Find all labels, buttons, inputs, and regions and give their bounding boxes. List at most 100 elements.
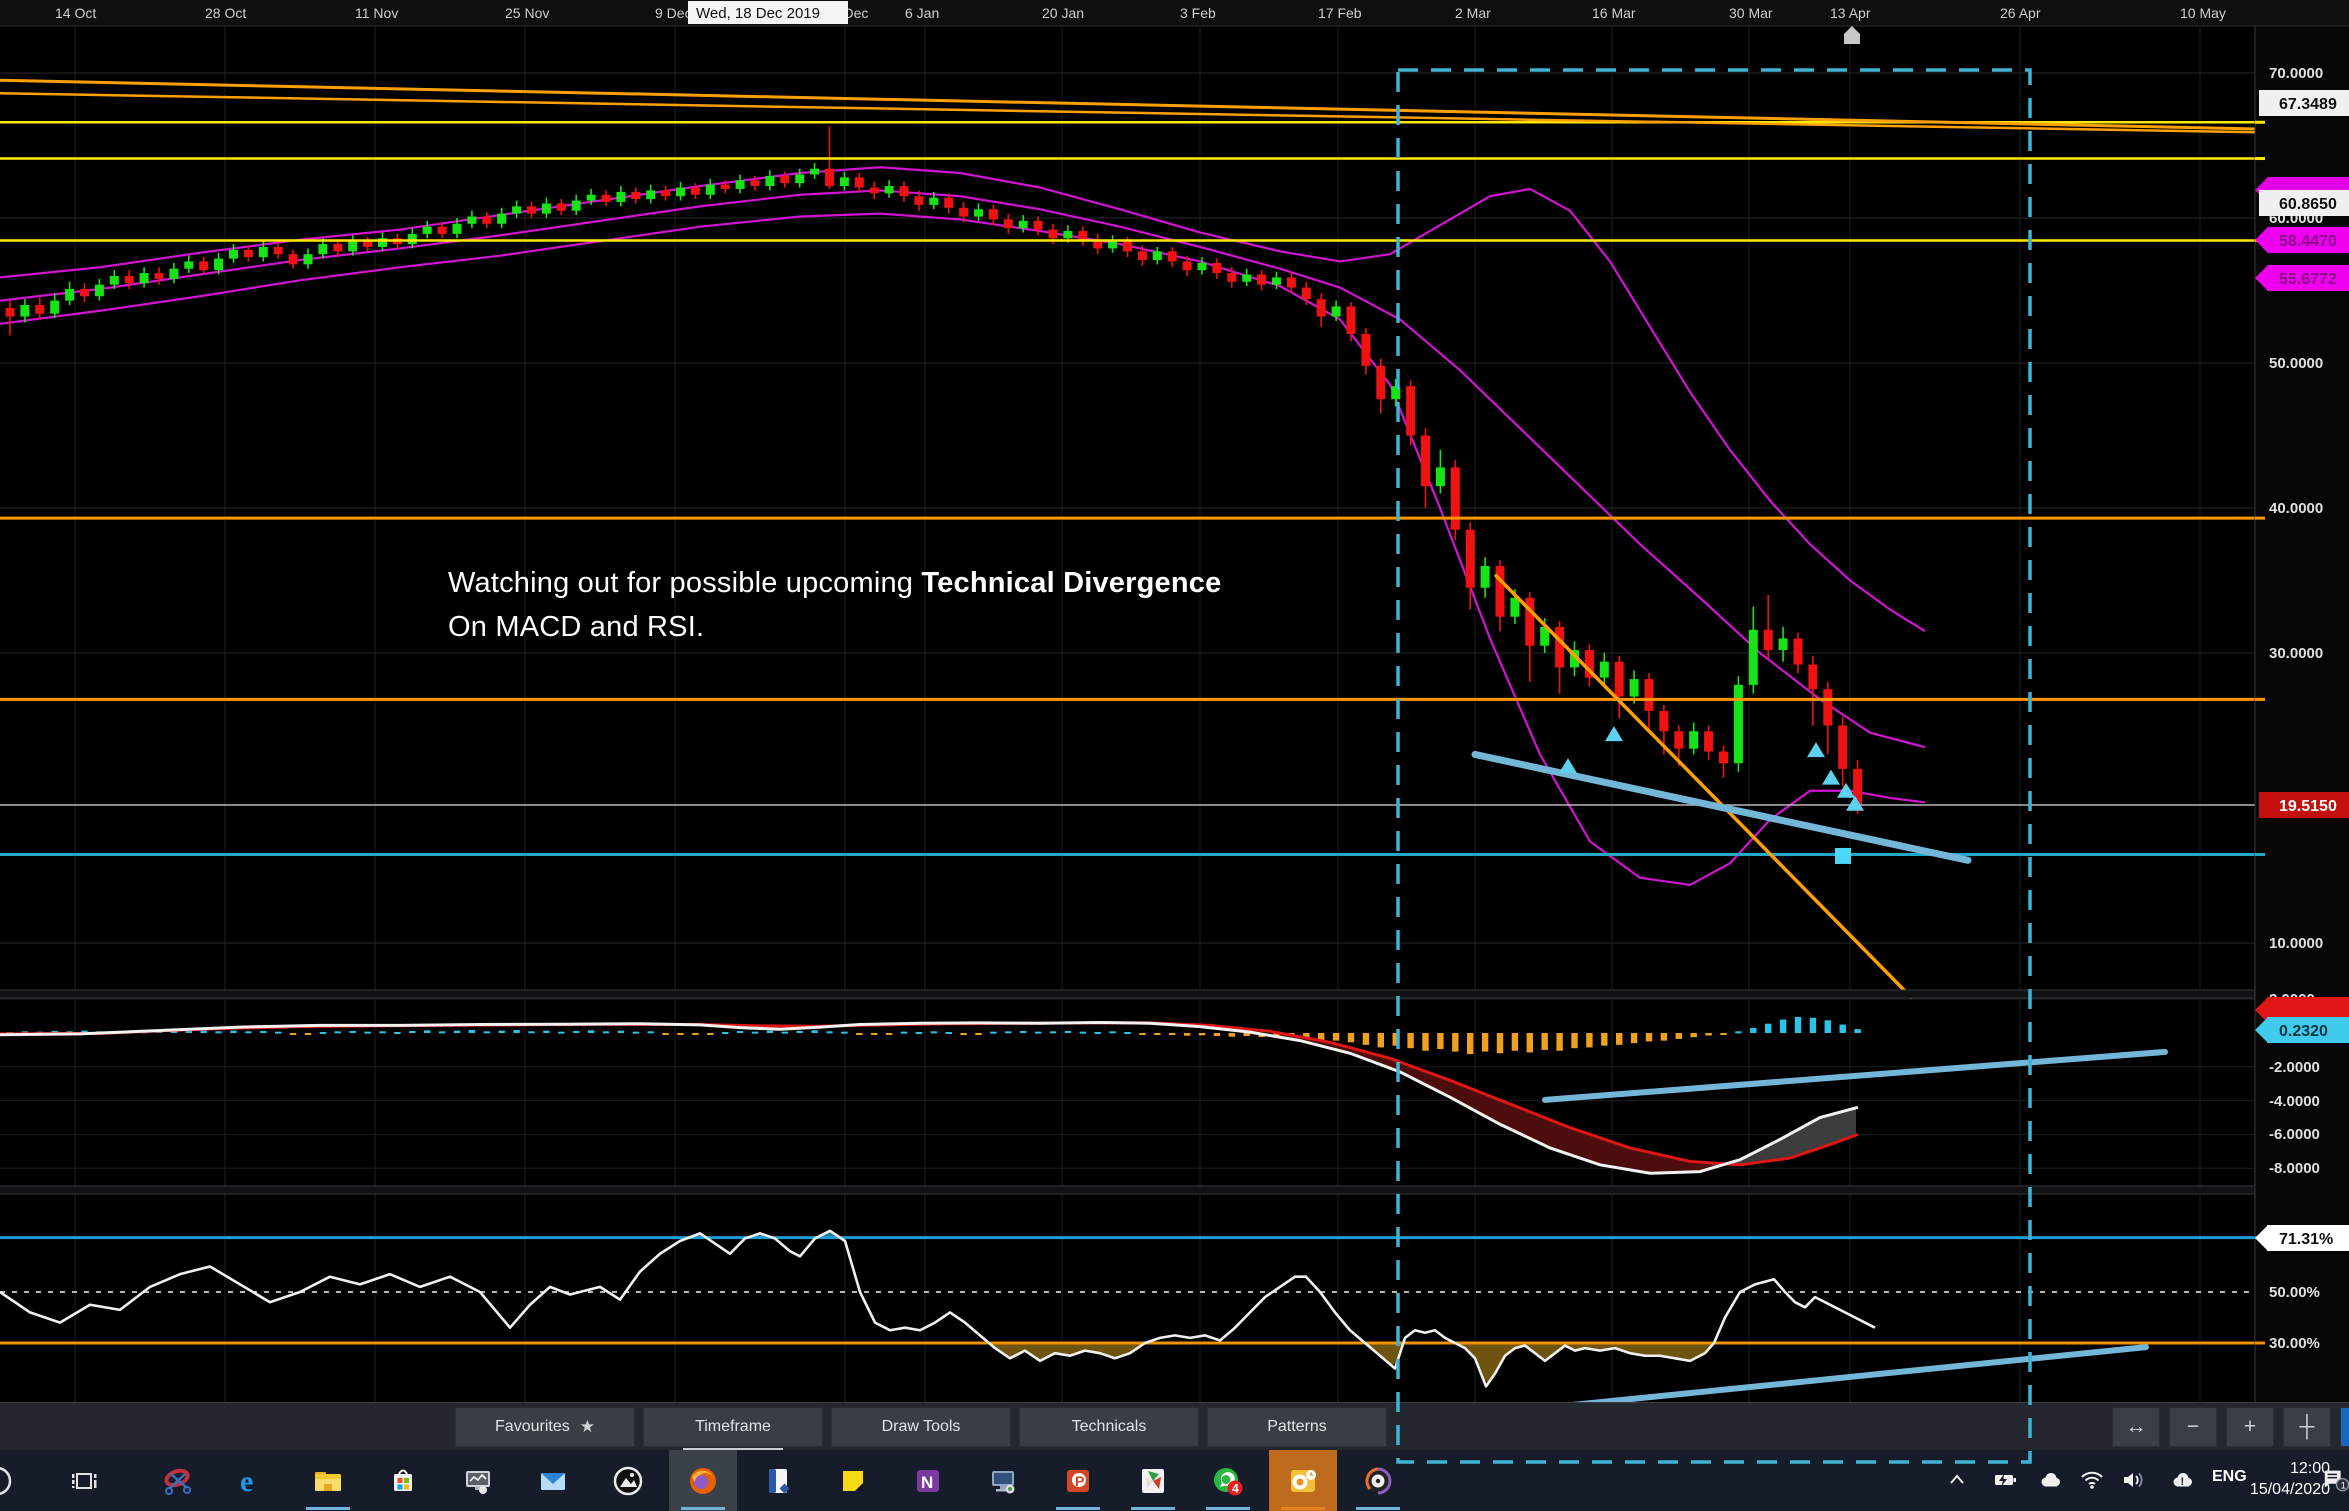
taskbar-clock[interactable]: 12:0015/04/2020 bbox=[2245, 1459, 2330, 1501]
svg-text:71.31%: 71.31% bbox=[2279, 1231, 2333, 1248]
firefox-icon[interactable] bbox=[684, 1462, 722, 1500]
presentation-icon[interactable] bbox=[1134, 1462, 1172, 1500]
sticky-notes-icon[interactable] bbox=[834, 1462, 872, 1500]
svg-text:30 Mar: 30 Mar bbox=[1729, 5, 1773, 21]
annotation-line1: Watching out for possible upcoming bbox=[448, 567, 921, 599]
zoom-out-icon[interactable]: − bbox=[2169, 1407, 2217, 1447]
svg-text:10 May: 10 May bbox=[2180, 5, 2226, 21]
task-view-icon[interactable] bbox=[66, 1462, 104, 1500]
onenote-icon[interactable]: N bbox=[909, 1462, 947, 1500]
firefox-open-indicator bbox=[681, 1507, 725, 1510]
svg-text:6 Jan: 6 Jan bbox=[905, 5, 939, 21]
date-axis[interactable] bbox=[0, 0, 2349, 26]
windows-taskbar: e N P 4! ENG12:0015/04/2020 1 bbox=[0, 1450, 2349, 1511]
price-badge: 19.5150 bbox=[2259, 792, 2349, 818]
svg-text:60.8650: 60.8650 bbox=[2279, 196, 2337, 213]
cloud-alert-icon[interactable]: ! bbox=[2168, 1466, 2196, 1494]
chart-annotation: Watching out for possible upcoming Techn… bbox=[448, 562, 1221, 649]
svg-text:-4.0000: -4.0000 bbox=[2269, 1093, 2320, 1110]
svg-text:Wed, 18 Dec 2019: Wed, 18 Dec 2019 bbox=[696, 5, 820, 22]
svg-text:-6.0000: -6.0000 bbox=[2269, 1126, 2320, 1143]
battery-icon[interactable] bbox=[1991, 1466, 2019, 1494]
edge-icon[interactable]: e bbox=[234, 1462, 272, 1500]
toolbar-button-timeframe[interactable]: Timeframe bbox=[643, 1407, 823, 1447]
svg-text:1: 1 bbox=[2341, 1480, 2346, 1490]
cortana-icon[interactable] bbox=[0, 1462, 16, 1500]
clock-time: 12:00 bbox=[2245, 1459, 2330, 1480]
svg-text:50.0000: 50.0000 bbox=[2269, 355, 2323, 372]
zoom-in-icon[interactable]: + bbox=[2226, 1407, 2274, 1447]
notification-center-icon[interactable]: 1 bbox=[2322, 1466, 2349, 1494]
wifi-icon[interactable] bbox=[2078, 1466, 2106, 1494]
square-marker[interactable] bbox=[1835, 848, 1851, 864]
svg-text:16 Mar: 16 Mar bbox=[1592, 5, 1636, 21]
svg-text:50.00%: 50.00% bbox=[2269, 1284, 2320, 1301]
svg-text:17 Feb: 17 Feb bbox=[1318, 5, 1362, 21]
star-icon: ★ bbox=[580, 1417, 595, 1437]
file-explorer-open-indicator bbox=[306, 1507, 350, 1510]
outlook-open-indicator bbox=[1281, 1507, 1325, 1510]
mail-icon[interactable] bbox=[534, 1462, 572, 1500]
language-indicator[interactable]: ENG bbox=[2212, 1468, 2247, 1486]
toolbar-button-patterns[interactable]: Patterns bbox=[1207, 1407, 1387, 1447]
svg-text:58.4470: 58.4470 bbox=[2279, 233, 2337, 250]
svg-text:!: ! bbox=[2181, 1476, 2185, 1488]
toolbar-button-favourites[interactable]: Favourites★ bbox=[455, 1407, 635, 1447]
groove-music-open-indicator bbox=[1356, 1507, 1400, 1510]
svg-text:0.2320: 0.2320 bbox=[2279, 1023, 2328, 1040]
svg-text:11 Nov: 11 Nov bbox=[355, 5, 398, 21]
snipping-tool-icon[interactable] bbox=[159, 1462, 197, 1500]
onedrive-cloud-icon[interactable] bbox=[2036, 1466, 2064, 1494]
powerpoint-icon[interactable]: P bbox=[1059, 1462, 1097, 1500]
svg-text:25 Nov: 25 Nov bbox=[505, 5, 549, 21]
annotation-line2: On MACD and RSI. bbox=[448, 611, 704, 643]
svg-text:70.0000: 70.0000 bbox=[2269, 65, 2323, 82]
chart-toolbar: Favourites★TimeframeDraw ToolsTechnicals… bbox=[0, 1402, 2349, 1450]
svg-text:13 Apr: 13 Apr bbox=[1830, 5, 1871, 21]
publisher-icon[interactable] bbox=[759, 1462, 797, 1500]
price-badge: 58.4470 bbox=[2255, 227, 2349, 253]
svg-text:67.3489: 67.3489 bbox=[2279, 96, 2337, 113]
crosshair-icon[interactable]: ┼ bbox=[2283, 1407, 2331, 1447]
clock-date: 15/04/2020 bbox=[2245, 1480, 2330, 1501]
photos-icon[interactable] bbox=[609, 1462, 647, 1500]
toolbar-button-technicals[interactable]: Technicals bbox=[1019, 1407, 1199, 1447]
svg-text:10.0000: 10.0000 bbox=[2269, 935, 2323, 952]
svg-text:26 Apr: 26 Apr bbox=[2000, 5, 2041, 21]
svg-text:2 Mar: 2 Mar bbox=[1455, 5, 1491, 21]
chart-canvas[interactable]: 70.000060.000050.000040.000030.000010.00… bbox=[0, 0, 2349, 1402]
trading-chart[interactable]: 70.000060.000050.000040.000030.000010.00… bbox=[0, 0, 2349, 1402]
price-badge: 67.3489 bbox=[2259, 90, 2349, 116]
remote-desktop-icon[interactable] bbox=[984, 1462, 1022, 1500]
groove-music-icon[interactable] bbox=[1359, 1462, 1397, 1500]
svg-text:N: N bbox=[921, 1473, 933, 1492]
svg-text:55.6772: 55.6772 bbox=[2279, 271, 2337, 288]
svg-text:20 Jan: 20 Jan bbox=[1042, 5, 1084, 21]
auto-scale-icon[interactable]: ↕ bbox=[2340, 1407, 2349, 1447]
price-badge: 0.2320 bbox=[2255, 1017, 2349, 1043]
annotation-bold: Technical Divergence bbox=[921, 567, 1221, 599]
presentation-open-indicator bbox=[1131, 1507, 1175, 1510]
zoom-horizontal-icon[interactable]: ↔ bbox=[2112, 1407, 2160, 1447]
svg-text:-8.0000: -8.0000 bbox=[2269, 1160, 2320, 1177]
file-explorer-icon[interactable] bbox=[309, 1462, 347, 1500]
outlook-icon[interactable] bbox=[1284, 1462, 1322, 1500]
chevron-up-icon[interactable] bbox=[1943, 1466, 1971, 1494]
toolbar-button-draw-tools[interactable]: Draw Tools bbox=[831, 1407, 1011, 1447]
svg-text:30.0000: 30.0000 bbox=[2269, 645, 2323, 662]
svg-text:P: P bbox=[1075, 1473, 1084, 1489]
svg-text:28 Oct: 28 Oct bbox=[205, 5, 246, 21]
volume-icon[interactable] bbox=[2119, 1466, 2147, 1494]
svg-text:40.0000: 40.0000 bbox=[2269, 500, 2323, 517]
whatsapp-icon[interactable]: 4 bbox=[1209, 1462, 1247, 1500]
price-badge: 55.6772 bbox=[2255, 265, 2349, 291]
store-icon[interactable] bbox=[384, 1462, 422, 1500]
svg-text:14 Oct: 14 Oct bbox=[55, 5, 96, 21]
system-monitor-icon[interactable] bbox=[459, 1462, 497, 1500]
svg-text:9 Dec: 9 Dec bbox=[655, 5, 692, 21]
powerpoint-open-indicator bbox=[1056, 1507, 1100, 1510]
price-badge: 71.31% bbox=[2255, 1225, 2349, 1251]
price-badge: 60.8650 bbox=[2259, 190, 2349, 216]
svg-text:30.00%: 30.00% bbox=[2269, 1335, 2320, 1352]
svg-text:19.5150: 19.5150 bbox=[2279, 798, 2337, 815]
